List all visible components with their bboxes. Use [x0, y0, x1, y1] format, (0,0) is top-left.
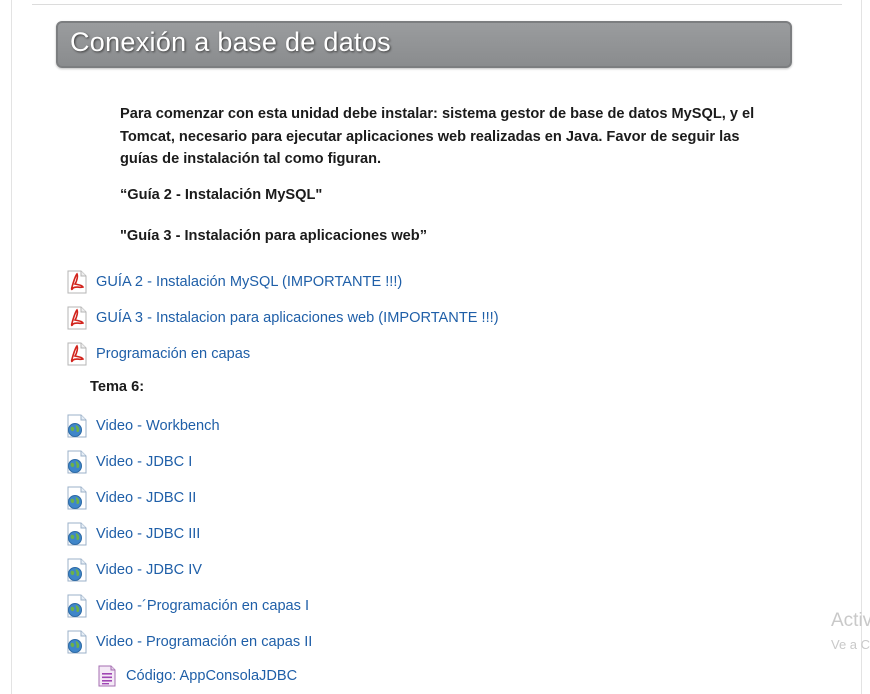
resource-label[interactable]: Código: AppConsolaJDBC: [126, 668, 297, 684]
resource-label[interactable]: GUÍA 3 - Instalacion para aplicaciones w…: [96, 310, 499, 326]
resource-label[interactable]: Video - JDBC II: [96, 490, 196, 506]
pdf-icon: [66, 306, 88, 330]
activation-watermark-sub: Ve a C: [831, 637, 870, 652]
topic-heading: Tema 6:: [90, 379, 145, 395]
url-video-programacion-capas-2[interactable]: Video - Programación en capas II: [66, 630, 312, 654]
url-globe-icon: [66, 522, 88, 546]
resource-label[interactable]: Video -´Programación en capas I: [96, 598, 309, 614]
resource-programacion-capas-pdf[interactable]: Programación en capas: [66, 342, 250, 366]
resource-label[interactable]: Video - JDBC I: [96, 454, 192, 470]
url-video-workbench[interactable]: Video - Workbench: [66, 414, 220, 438]
resource-label[interactable]: Video - Programación en capas II: [96, 634, 312, 650]
activation-watermark: Activ: [831, 610, 870, 631]
url-video-jdbc-2[interactable]: Video - JDBC II: [66, 486, 196, 510]
url-globe-icon: [66, 558, 88, 582]
url-video-jdbc-1[interactable]: Video - JDBC I: [66, 450, 192, 474]
url-globe-icon: [66, 630, 88, 654]
intro-paragraph: Para comenzar con esta unidad debe insta…: [120, 106, 755, 167]
url-video-programacion-capas-1[interactable]: Video -´Programación en capas I: [66, 594, 309, 618]
section-title: Conexión a base de datos: [70, 27, 391, 57]
url-globe-icon: [66, 594, 88, 618]
resource-label[interactable]: Video - Workbench: [96, 418, 220, 434]
top-divider: [32, 4, 842, 5]
url-globe-icon: [66, 414, 88, 438]
page-left-border: [11, 0, 12, 694]
resource-label[interactable]: GUÍA 2 - Instalación MySQL (IMPORTANTE !…: [96, 274, 402, 290]
section-title-banner: Conexión a base de datos: [56, 21, 792, 68]
url-globe-icon: [66, 486, 88, 510]
resource-label[interactable]: Programación en capas: [96, 346, 250, 362]
guide2-note: “Guía 2 - Instalación MySQL": [120, 187, 323, 203]
pdf-icon: [66, 270, 88, 294]
resource-label[interactable]: Video - JDBC III: [96, 526, 200, 542]
resource-guia2-pdf[interactable]: GUÍA 2 - Instalación MySQL (IMPORTANTE !…: [66, 270, 402, 294]
guide3-note: "Guía 3 - Instalación para aplicaciones …: [120, 228, 428, 244]
url-video-jdbc-4[interactable]: Video - JDBC IV: [66, 558, 202, 582]
resource-guia3-pdf[interactable]: GUÍA 3 - Instalacion para aplicaciones w…: [66, 306, 499, 330]
url-globe-icon: [66, 450, 88, 474]
page-right-border: [861, 0, 862, 694]
resource-codigo-appconsolajdbc[interactable]: Código: AppConsolaJDBC: [96, 664, 297, 688]
url-video-jdbc-3[interactable]: Video - JDBC III: [66, 522, 200, 546]
pdf-icon: [66, 342, 88, 366]
code-file-icon: [96, 664, 118, 688]
resource-label[interactable]: Video - JDBC IV: [96, 562, 202, 578]
